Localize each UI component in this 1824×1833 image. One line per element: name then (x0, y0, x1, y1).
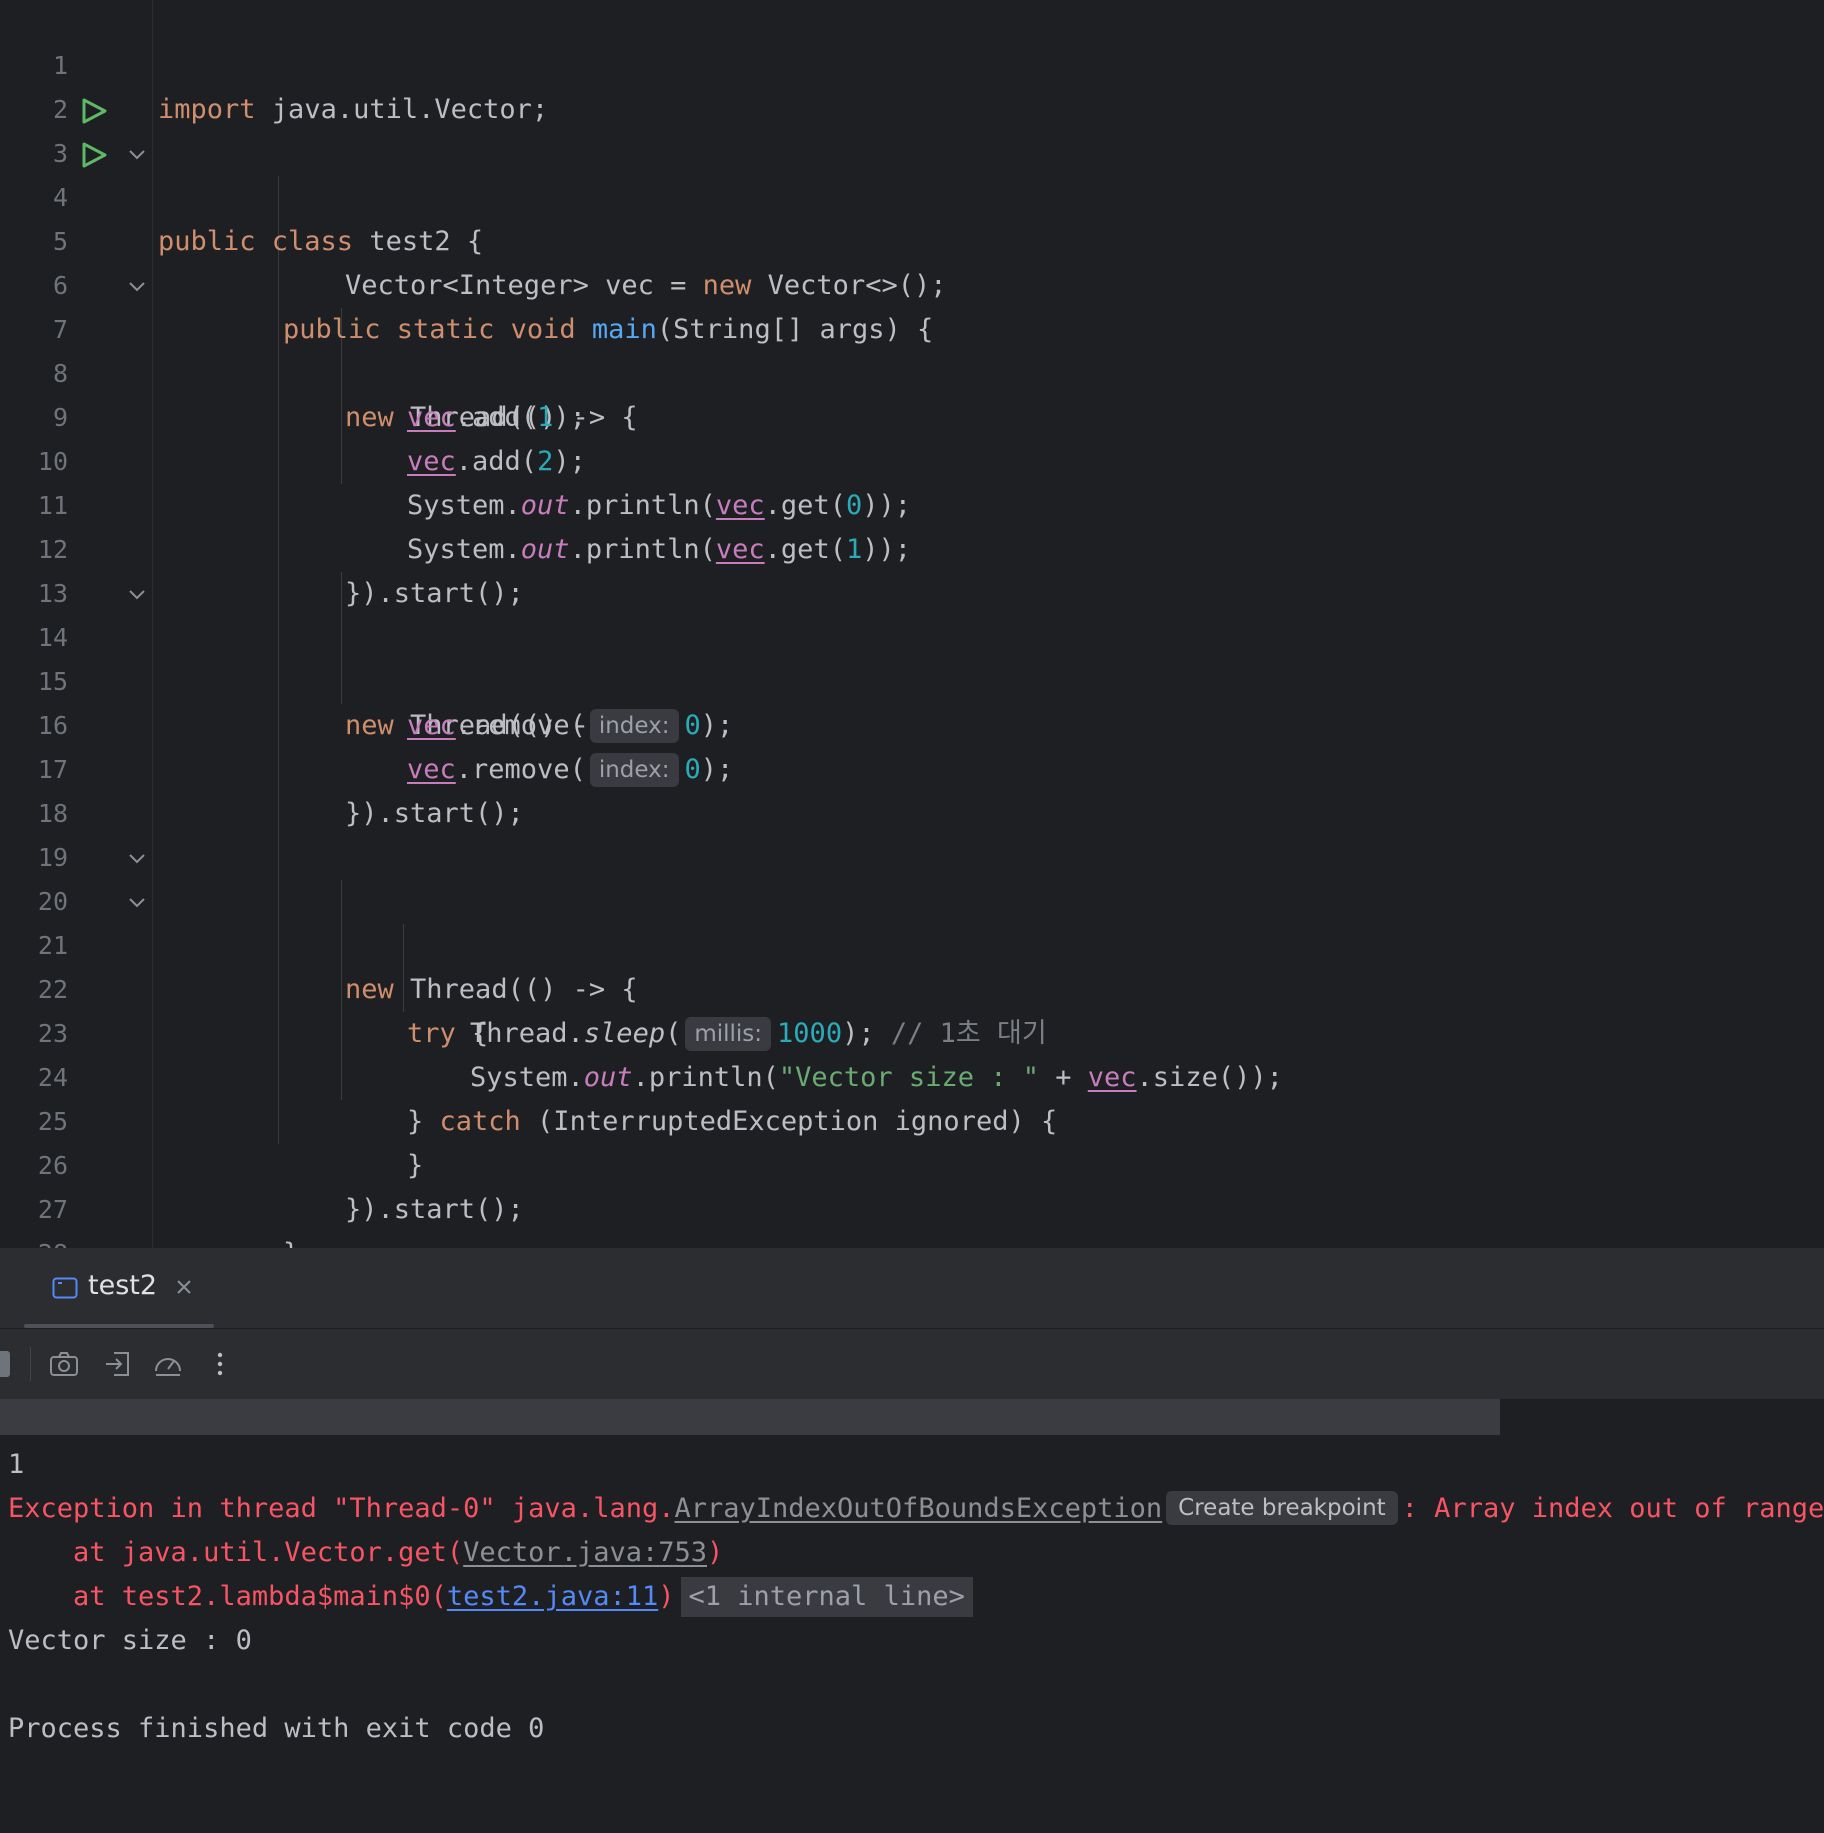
code-line-27[interactable]: 27 } (0, 1144, 1824, 1269)
code-line-7[interactable]: 7 new Thread(() -> { (0, 264, 1824, 433)
code-line-17[interactable]: 17 }).start(); (0, 704, 1824, 829)
create-breakpoint-button[interactable]: Create breakpoint (1166, 1491, 1398, 1525)
code-editor[interactable]: 1 import java.util.Vector; 2 3 public cl… (0, 0, 1824, 1313)
profiler-gauge-icon[interactable] (152, 1349, 184, 1379)
fold-chevron-icon[interactable] (128, 894, 146, 912)
tab-test2[interactable]: test2 (24, 1248, 214, 1328)
code-line-20[interactable]: 20 new Thread(() -> { (0, 836, 1824, 1005)
command-line-redacted (0, 1399, 1500, 1435)
code-line-15[interactable]: 15 vec.remove(index: 0); (0, 616, 1824, 743)
close-icon[interactable] (174, 1277, 194, 1297)
toolbar-separator (30, 1347, 31, 1381)
active-tab-indicator (24, 1324, 214, 1328)
code-line-19[interactable]: 19 (0, 792, 1824, 872)
code-line-11[interactable]: 11 System.out.println(vec.get(1)); (0, 440, 1824, 565)
exception-class-link[interactable]: ArrayIndexOutOfBoundsException (674, 1493, 1162, 1524)
exit-import-icon[interactable] (102, 1349, 134, 1379)
run-main-icon[interactable] (80, 142, 108, 168)
code-line-13[interactable]: 13 (0, 528, 1824, 608)
console-line-vector-size: Vector size : 0 (8, 1625, 252, 1656)
console-line-stack-2: at test2.lambda$main$0(test2.java:11) <1 … (8, 1575, 973, 1619)
fold-chevron-icon[interactable] (128, 146, 146, 164)
code-line-5[interactable]: 5 Vector<Integer> vec = new Vector<>(); (0, 176, 1824, 301)
console-line-exception: Exception in thread "Thread-0" java.lang… (8, 1491, 1824, 1525)
stop-icon[interactable] (0, 1351, 10, 1377)
run-toolbar (0, 1329, 1824, 1399)
code-line-16[interactable]: 16 vec.remove(index: 0); (0, 660, 1824, 787)
code-line-22[interactable]: 22 Thread.sleep(millis: 1000); // 1초 대기 (0, 924, 1824, 1051)
code-line-3[interactable]: 3 public class test2 { (0, 88, 1824, 257)
code-line-10[interactable]: 10 System.out.println(vec.get(0)); (0, 396, 1824, 521)
internal-lines-fold[interactable]: <1 internal line> (680, 1577, 973, 1617)
code-line-26[interactable]: 26 }).start(); (0, 1100, 1824, 1225)
code-line-12[interactable]: 12 }).start(); (0, 484, 1824, 609)
code-line-2[interactable]: 2 (0, 44, 1824, 124)
console-line-process-finished: Process finished with exit code 0 (8, 1713, 545, 1744)
tab-label: test2 (88, 1270, 158, 1301)
code-line-24[interactable]: 24 } catch (InterruptedException ignored… (0, 1012, 1824, 1137)
console-window-icon (52, 1277, 78, 1299)
code-line-25[interactable]: 25 } (0, 1056, 1824, 1181)
code-line-21[interactable]: 21 try { (0, 880, 1824, 1049)
stack-frame-link[interactable]: Vector.java:753 (463, 1537, 707, 1568)
code-line-1[interactable]: 1 import java.util.Vector; (0, 0, 1824, 125)
code-line-8[interactable]: 8 vec.add(1); (0, 308, 1824, 433)
code-line-14[interactable]: 14 new Thread(() -> { (0, 572, 1824, 741)
stack-frame-link[interactable]: test2.java:11 (447, 1581, 658, 1612)
code-line-4[interactable]: 4 public static void main(String[] args)… (0, 132, 1824, 345)
run-tool-window-header: test2 (0, 1248, 1824, 1329)
code-line-28[interactable]: 28 } (0, 1188, 1824, 1313)
console-output[interactable]: 1 Exception in thread "Thread-0" java.la… (0, 1399, 1824, 1766)
run-class-icon[interactable] (80, 98, 108, 124)
code-line-9[interactable]: 9 vec.add(2); (0, 352, 1824, 477)
fold-chevron-icon[interactable] (128, 278, 146, 296)
console-line-stack-1: at java.util.Vector.get(Vector.java:753) (8, 1537, 724, 1568)
code-line-18[interactable]: 18 (0, 748, 1824, 828)
screenshot-camera-icon[interactable] (48, 1349, 80, 1379)
code-line-6[interactable]: 6 (0, 220, 1824, 300)
fold-chevron-icon[interactable] (128, 586, 146, 604)
more-vertical-icon[interactable] (204, 1349, 236, 1379)
fold-chevron-icon[interactable] (128, 850, 146, 868)
code-line-23[interactable]: 23 System.out.println("Vector size : " +… (0, 968, 1824, 1093)
redacted-text-pattern (65, 1430, 1500, 1435)
console-line-output: 1 (8, 1449, 25, 1480)
